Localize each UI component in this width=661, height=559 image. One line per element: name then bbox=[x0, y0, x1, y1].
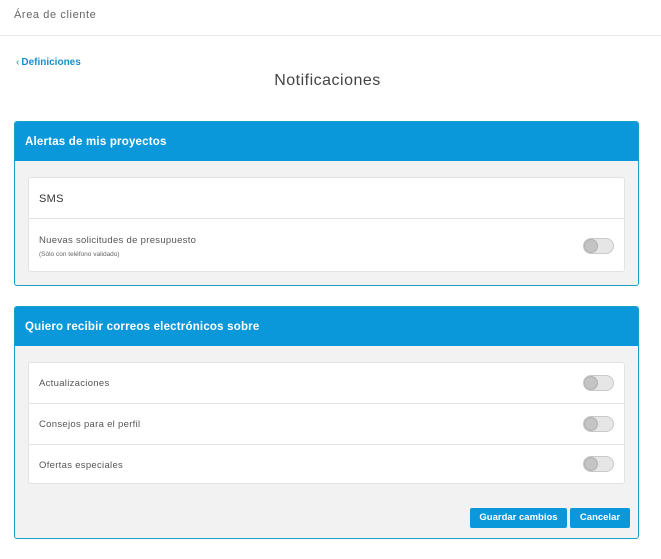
toggle-switch-icon bbox=[584, 457, 598, 471]
email-options-card: Actualizaciones Consejos para el perfil … bbox=[28, 362, 625, 484]
special-offers-label: Ofertas especiales bbox=[39, 460, 124, 471]
updates-label: Actualizaciones bbox=[39, 378, 110, 389]
validated-phone-note: (Sólo con teléfono validado) bbox=[39, 251, 120, 258]
toggle-switch-icon bbox=[584, 417, 598, 431]
chevron-left-icon: ‹ bbox=[16, 57, 20, 68]
updates-toggle[interactable] bbox=[583, 375, 614, 391]
email-preferences-panel: Quiero recibir correos electrónicos sobr… bbox=[14, 306, 639, 539]
top-bar: Área de cliente bbox=[0, 0, 661, 36]
toggle-switch-icon bbox=[584, 376, 598, 390]
new-budget-requests-label: Nuevas solicitudes de presupuesto bbox=[39, 235, 197, 246]
list-item: Consejos para el perfil bbox=[29, 403, 624, 444]
list-item: Ofertas especiales bbox=[29, 444, 624, 483]
profile-tips-toggle[interactable] bbox=[583, 416, 614, 432]
profile-tips-label: Consejos para el perfil bbox=[39, 419, 141, 430]
app-title: Área de cliente bbox=[14, 9, 97, 21]
sms-row: SMS bbox=[29, 178, 624, 218]
email-preferences-header: Quiero recibir correos electrónicos sobr… bbox=[15, 307, 638, 346]
sms-label: SMS bbox=[39, 193, 64, 205]
back-link-definiciones[interactable]: ‹ Definiciones bbox=[16, 57, 81, 68]
cancel-button[interactable]: Cancelar bbox=[570, 508, 630, 528]
new-budget-requests-toggle[interactable] bbox=[583, 238, 614, 254]
list-item: Actualizaciones bbox=[29, 363, 624, 403]
projects-alerts-panel: Alertas de mis proyectos SMS Nuevas soli… bbox=[14, 121, 639, 286]
list-item: Nuevas solicitudes de presupuesto (Sólo … bbox=[29, 218, 624, 271]
toggle-switch-icon bbox=[584, 239, 598, 253]
projects-alerts-header: Alertas de mis proyectos bbox=[15, 122, 638, 161]
save-changes-button[interactable]: Guardar cambios bbox=[470, 508, 567, 528]
page-title: Notificaciones bbox=[274, 72, 381, 89]
special-offers-toggle[interactable] bbox=[583, 456, 614, 472]
back-link-label: Definiciones bbox=[21, 57, 81, 68]
sms-card: SMS Nuevas solicitudes de presupuesto (S… bbox=[28, 177, 625, 272]
